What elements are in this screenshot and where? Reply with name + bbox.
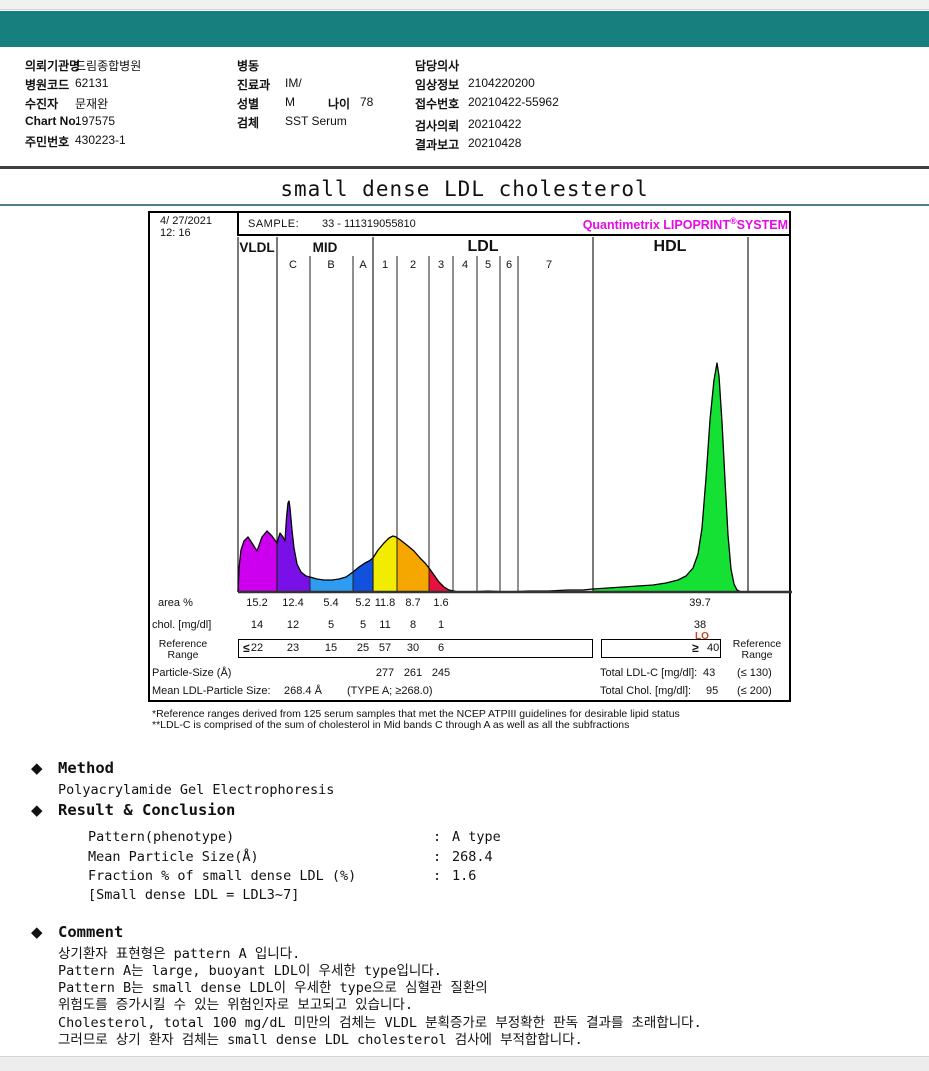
info-value-chart-no: 197575 xyxy=(75,114,116,128)
chart-title-rule xyxy=(0,204,929,206)
area-ldl3: 1.6 xyxy=(433,597,449,609)
info-value-request-date: 20210422 xyxy=(468,117,522,131)
electropherogram-plot xyxy=(237,237,792,594)
result-label-fraction: Fraction % of small dense LDL (%) xyxy=(88,868,357,884)
comment-line: 위험도를 증가시킬 수 있는 위험인자로 보고되고 있습니다. xyxy=(58,997,413,1013)
area-vldl: 15.2 xyxy=(246,597,268,609)
info-label-department: 진료과 xyxy=(237,78,271,92)
info-value-report-date: 20210428 xyxy=(468,136,522,150)
ref-range-label-left-2: Range xyxy=(167,649,199,661)
info-label-receipt-no: 접수번호 xyxy=(415,97,460,111)
info-value-age: 78 xyxy=(360,95,374,109)
ref-ldl3: 6 xyxy=(437,642,445,654)
diamond-bullet-icon: ◆ xyxy=(31,760,43,777)
result-colon: : xyxy=(433,868,442,884)
instrument-brand: Quantimetrix LIPOPRINT®SYSTEM xyxy=(582,216,788,233)
result-label-pattern: Pattern(phenotype) xyxy=(88,829,235,845)
mean-size-type-note: (TYPE A; ≥268.0) xyxy=(347,685,433,697)
result-value-fraction: 1.6 xyxy=(452,868,477,884)
chol-ldl3: 1 xyxy=(437,619,445,631)
sample-row-rule xyxy=(238,234,791,236)
run-date: 4/ 27/2021 xyxy=(160,215,212,227)
info-label-patient: 수진자 xyxy=(25,97,59,111)
comment-heading: Comment xyxy=(58,923,124,941)
info-label-age: 나이 xyxy=(328,97,351,111)
registered-trademark-icon: ® xyxy=(729,216,737,226)
total-ldl-value: 43 xyxy=(703,667,716,679)
info-label-ward: 병동 xyxy=(237,59,260,73)
date-cell-divider xyxy=(237,211,239,236)
info-value-department: IM/ xyxy=(285,76,302,90)
result-value-mean-size: 268.4 xyxy=(452,849,493,865)
info-value-specimen: SST Serum xyxy=(285,114,347,128)
info-label-chart-no: Chart No. xyxy=(25,114,79,128)
total-ldl-label: Total LDL-C [mg/dl]: xyxy=(600,667,698,679)
chart-section-title: small dense LDL cholesterol xyxy=(280,177,649,201)
info-label-resident-no: 주민번호 xyxy=(25,135,70,149)
info-value-clinical-info: 2104220200 xyxy=(468,76,535,90)
particle-size-ldl3: 245 xyxy=(431,667,451,679)
method-heading: Method xyxy=(58,759,114,777)
info-value-hospital-code: 62131 xyxy=(75,76,109,90)
info-label-specimen: 검체 xyxy=(237,116,260,130)
report-title-bar: SD LDL Cholesterol 검사결과보고서 xyxy=(0,11,929,75)
result-heading: Result & Conclusion xyxy=(58,801,236,819)
info-value-patient: 문재완 xyxy=(75,97,109,111)
footnote-2: **LDL-C is comprised of the sum of chole… xyxy=(152,719,630,731)
total-chol-value: 95 xyxy=(706,685,719,697)
result-colon: : xyxy=(433,849,442,865)
ref-hdl: 40 xyxy=(707,642,720,654)
section-divider xyxy=(0,166,929,169)
diamond-bullet-icon: ◆ xyxy=(31,924,43,941)
ref-range-label-right-2: Range xyxy=(741,649,773,661)
info-label-sex: 성별 xyxy=(237,97,260,111)
info-value-resident-no: 430223-1 xyxy=(75,133,126,147)
result-label-mean-size: Mean Particle Size(Å) xyxy=(88,849,259,865)
sample-label: SAMPLE: xyxy=(248,218,300,230)
method-body: Polyacrylamide Gel Electrophoresis xyxy=(58,782,335,798)
geq-symbol: ≥ xyxy=(692,641,699,655)
info-label-clinical-info: 임상정보 xyxy=(415,78,460,92)
chol-hdl: 38 xyxy=(693,619,707,631)
ref-vldl: 22 xyxy=(250,642,264,654)
result-colon: : xyxy=(433,829,442,845)
info-label-report-date: 결과보고 xyxy=(415,138,460,152)
info-label-doctor: 담당의사 xyxy=(415,59,460,73)
info-label-request-date: 검사의뢰 xyxy=(415,119,460,133)
info-value-sex: M xyxy=(285,95,295,109)
top-strip xyxy=(0,0,929,10)
chol-vldl: 14 xyxy=(250,619,264,631)
info-value-institution: 드림종합병원 xyxy=(75,59,142,73)
area-row-label: area % xyxy=(158,597,193,609)
mean-size-label: Mean LDL-Particle Size: xyxy=(152,685,271,697)
total-chol-ref: (≤ 200) xyxy=(737,685,772,697)
chol-mid-c: 12 xyxy=(286,619,300,631)
sample-id: 33 - 111319055810 xyxy=(322,218,416,230)
info-value-receipt-no: 20210422-55962 xyxy=(468,95,559,109)
bottom-strip xyxy=(0,1056,929,1071)
area-mid-c: 12.4 xyxy=(282,597,304,609)
ref-range-box-hdl xyxy=(601,639,721,658)
info-label-institution: 의뢰기관명 xyxy=(25,59,81,73)
comment-line: 그러므로 상기 환자 검체는 small dense LDL cholester… xyxy=(58,1032,583,1048)
area-hdl: 39.7 xyxy=(689,597,711,609)
diamond-bullet-icon: ◆ xyxy=(31,802,43,819)
info-label-hospital-code: 병원코드 xyxy=(25,78,70,92)
total-ldl-ref: (≤ 130) xyxy=(737,667,772,679)
result-note: [Small dense LDL = LDL3~7] xyxy=(88,887,300,903)
ref-mid-c: 23 xyxy=(286,642,300,654)
mean-size-value: 268.4 Å xyxy=(284,685,322,697)
total-chol-label: Total Chol. [mg/dl]: xyxy=(600,685,692,697)
chol-row-label: chol. [mg/dl] xyxy=(152,619,212,631)
result-value-pattern: A type xyxy=(452,829,501,845)
particle-size-label: Particle-Size (Å) xyxy=(152,667,232,679)
report-page: SD LDL Cholesterol 검사결과보고서 의뢰기관명 드림종합병원 … xyxy=(0,0,929,1071)
